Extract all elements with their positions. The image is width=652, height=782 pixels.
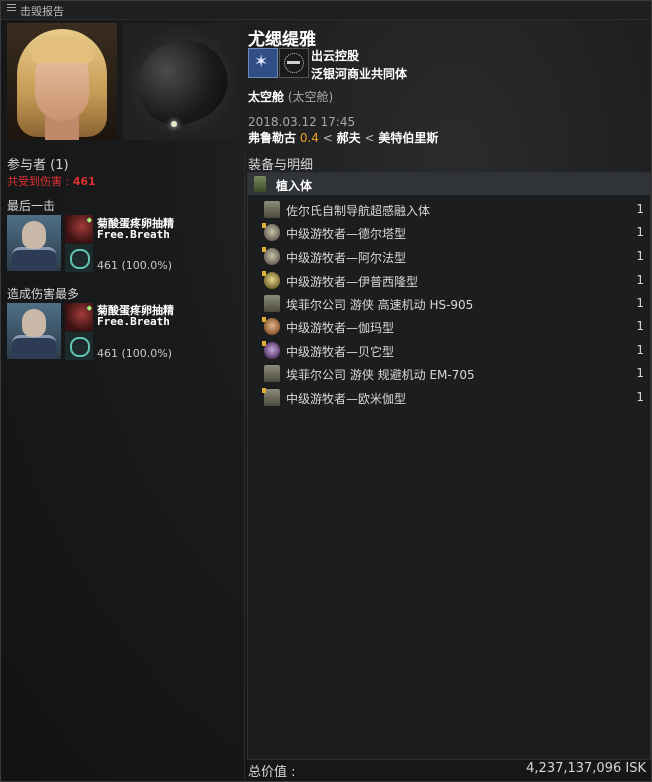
item-qty: 1 <box>636 225 644 239</box>
final-blow-heading: 最后一击 <box>7 199 56 213</box>
item-row[interactable]: 中级游牧者—阿尔法型 1 <box>248 245 650 268</box>
item-qty: 1 <box>636 202 644 216</box>
pod-light <box>171 121 177 127</box>
attacker-ship-icon[interactable]: ◆ <box>65 215 93 243</box>
item-name: 中级游牧者—伽玛型 <box>286 321 395 335</box>
title-bar[interactable]: 击毁报告 <box>1 1 651 20</box>
item-row[interactable]: 埃菲尔公司 游侠 规避机动 EM-705 1 <box>248 362 650 385</box>
implant-face-icon <box>264 342 280 359</box>
ship-name[interactable]: 太空舱 <box>248 90 284 104</box>
item-row[interactable]: 佐尔氏自制导航超感融入体 1 <box>248 198 650 221</box>
alliance-logo-icon[interactable] <box>279 48 309 78</box>
region-link[interactable]: 美特伯里斯 <box>378 131 438 145</box>
tier-icon <box>262 223 266 228</box>
corporation-name[interactable]: 出云控股 <box>311 47 359 64</box>
implant-face-icon <box>264 248 280 265</box>
items-group-header[interactable]: 植入体 <box>248 173 650 195</box>
participants-title: 参与者 (1) <box>7 158 69 173</box>
attacker-ship-icon[interactable]: ◆ <box>65 303 93 331</box>
item-row[interactable]: 中级游牧者—伽玛型 1 <box>248 315 650 338</box>
item-qty: 1 <box>636 366 644 380</box>
portrait-body <box>12 247 56 271</box>
item-name: 中级游牧者—贝它型 <box>286 345 395 359</box>
item-name: 佐尔氏自制导航超感融入体 <box>286 204 431 218</box>
tier-icon: ◆ <box>86 304 92 312</box>
item-qty: 1 <box>636 319 644 333</box>
tier-icon <box>262 341 266 346</box>
implant-icon <box>264 295 280 312</box>
item-row[interactable]: 中级游牧者—德尔塔型 1 <box>248 221 650 244</box>
items-group-label: 植入体 <box>276 179 313 193</box>
item-qty: 1 <box>636 296 644 310</box>
implant-group-icon <box>254 176 266 192</box>
item-qty: 1 <box>636 343 644 357</box>
killmail-window: 击毁报告 尤缌缇雅 ✶ 出云控股 泛银河商业共同体 太空舱 (太空舱) 2018… <box>0 0 652 782</box>
implant-face-icon <box>264 318 280 335</box>
attacker-damage: 461 (100.0%) <box>97 347 173 360</box>
top-damage-heading: 造成伤害最多 <box>7 287 80 301</box>
solar-system-link[interactable]: 弗鲁勒古 <box>248 131 296 145</box>
tier-icon <box>262 317 266 322</box>
total-value: 4,237,137,096 ISK <box>526 761 646 776</box>
window-title: 击毁报告 <box>20 5 64 18</box>
constellation-link[interactable]: 郝夫 <box>337 131 361 145</box>
implant-face-icon <box>264 272 280 289</box>
attacker-damage: 461 (100.0%) <box>97 259 173 272</box>
implant-icon <box>264 201 280 218</box>
item-name: 中级游牧者—欧米伽型 <box>286 392 407 406</box>
total-damage: 共受到伤害 : 461 <box>7 173 96 189</box>
item-name: 埃菲尔公司 游侠 高速机动 HS-905 <box>286 298 474 312</box>
total-damage-label: 共受到伤害 : <box>7 175 70 188</box>
total-value-label: 总价值 : <box>248 765 296 780</box>
victim-ship-image[interactable] <box>123 23 239 140</box>
panel-divider[interactable] <box>244 151 245 781</box>
tier-icon <box>262 271 266 276</box>
victim-portrait[interactable] <box>7 23 117 140</box>
menu-icon[interactable] <box>7 4 16 13</box>
item-qty: 1 <box>636 390 644 404</box>
alliance-name[interactable]: 泛银河商业共同体 <box>311 65 407 82</box>
kill-location: 弗鲁勒古 0.4 < 郝夫 < 美特伯里斯 <box>248 129 438 146</box>
item-row[interactable]: 中级游牧者—贝它型 1 <box>248 339 650 362</box>
ship-line: 太空舱 (太空舱) <box>248 88 333 105</box>
attacker-weapon-icon[interactable] <box>65 332 93 360</box>
item-qty: 1 <box>636 249 644 263</box>
attacker-corp-name[interactable]: Free.Breath <box>97 228 170 241</box>
attacker-portrait[interactable] <box>7 215 61 271</box>
item-row[interactable]: 中级游牧者—欧米伽型 1 <box>248 386 650 409</box>
pod-hull <box>123 25 239 139</box>
portrait-body <box>12 335 56 359</box>
portrait-head <box>22 221 46 249</box>
attacker-weapon-icon[interactable] <box>65 244 93 272</box>
location-separator: < <box>364 131 375 145</box>
items-title: 装备与明细 <box>248 158 314 173</box>
implant-face-icon <box>264 224 280 241</box>
item-row[interactable]: 中级游牧者—伊普西隆型 1 <box>248 269 650 292</box>
item-qty: 1 <box>636 273 644 287</box>
item-name: 中级游牧者—阿尔法型 <box>286 251 407 265</box>
item-name: 埃菲尔公司 游侠 规避机动 EM-705 <box>286 368 475 382</box>
implant-icon <box>264 365 280 382</box>
corporation-logo-icon[interactable]: ✶ <box>248 48 278 78</box>
item-name: 中级游牧者—伊普西隆型 <box>286 275 419 289</box>
security-status: 0.4 <box>299 131 319 145</box>
tier-icon: ◆ <box>86 216 92 224</box>
tier-icon <box>262 247 266 252</box>
item-name: 中级游牧者—德尔塔型 <box>286 227 407 241</box>
tier-icon <box>262 388 266 393</box>
portrait-head <box>22 309 46 337</box>
victim-name[interactable]: 尤缌缇雅 <box>248 25 316 50</box>
location-separator: < <box>322 131 333 145</box>
attacker-portrait[interactable] <box>7 303 61 359</box>
kill-datetime: 2018.03.12 17:45 <box>248 115 356 129</box>
total-damage-value: 461 <box>72 175 96 188</box>
implant-icon <box>264 389 280 406</box>
items-list[interactable]: 植入体 佐尔氏自制导航超感融入体 1 中级游牧者—德尔塔型 1 中级游牧者—阿尔… <box>247 172 651 760</box>
ship-type: (太空舱) <box>287 90 334 104</box>
portrait-bangs <box>31 37 93 63</box>
attacker-corp-name[interactable]: Free.Breath <box>97 315 170 328</box>
item-row[interactable]: 埃菲尔公司 游侠 高速机动 HS-905 1 <box>248 292 650 315</box>
